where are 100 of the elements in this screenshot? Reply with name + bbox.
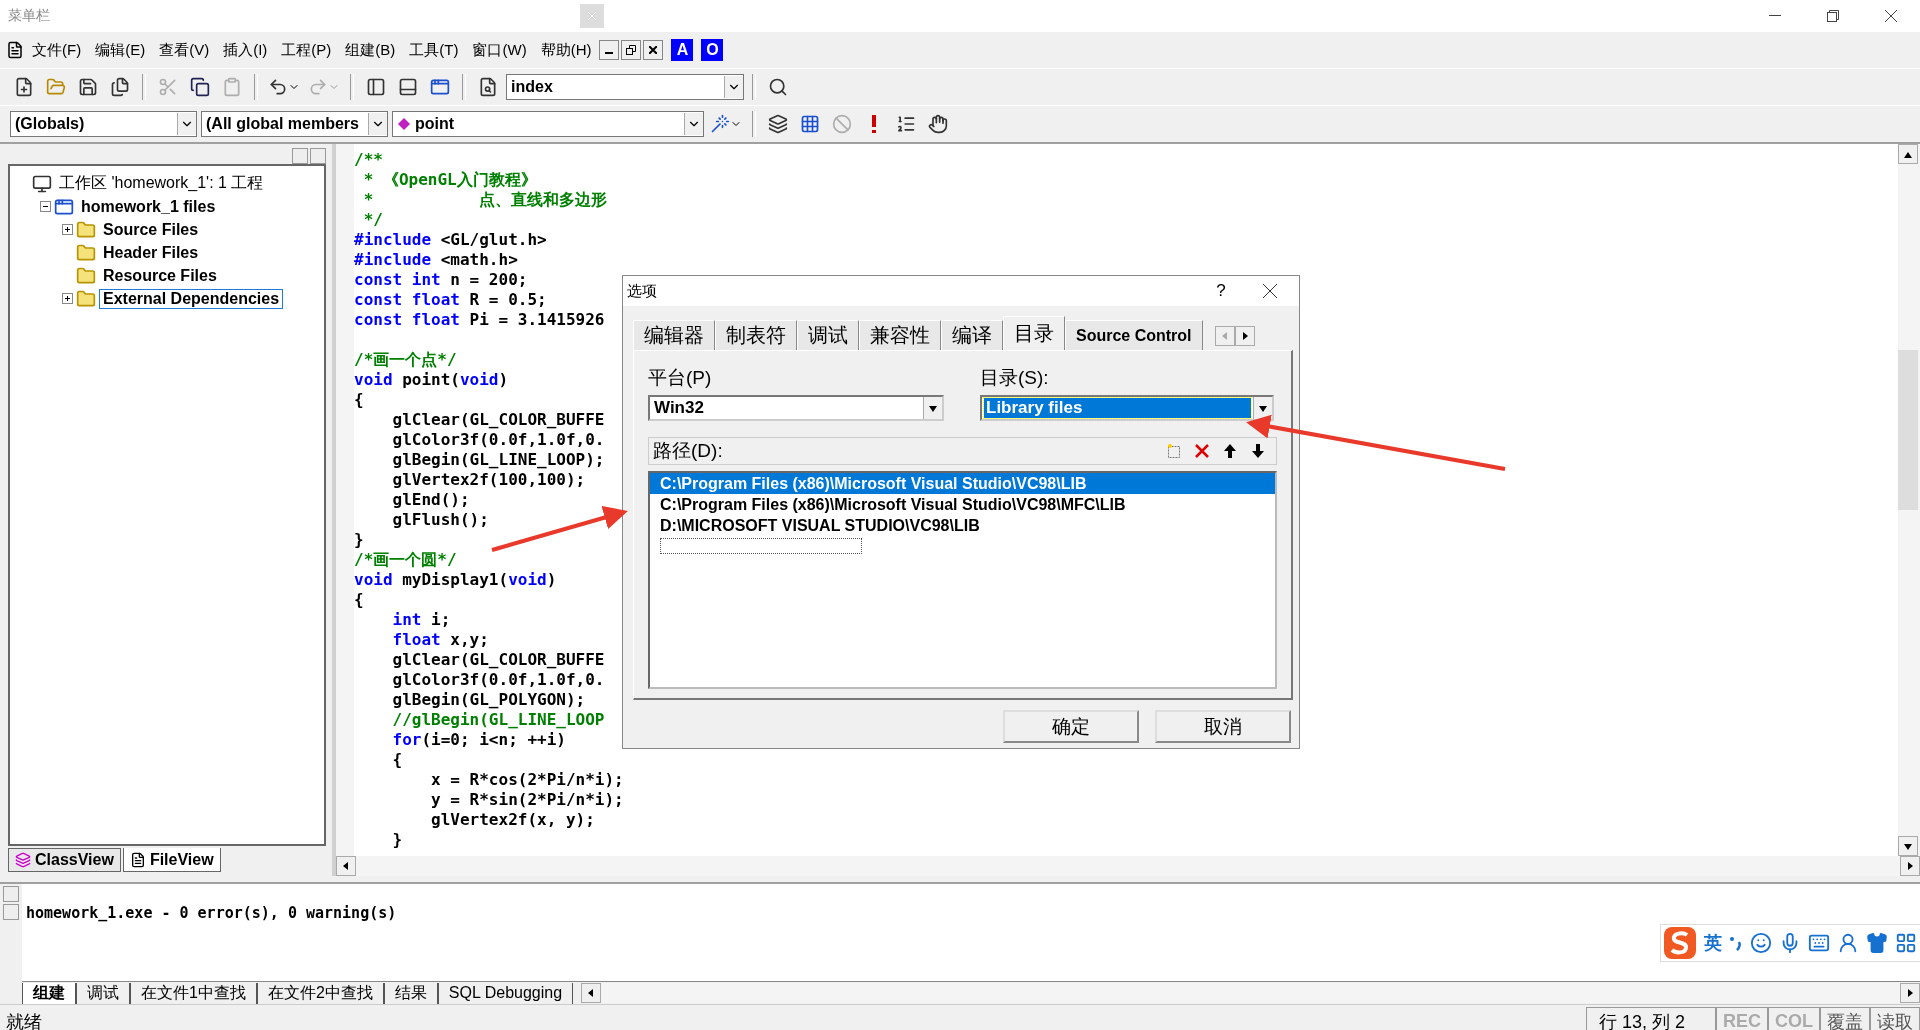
- output-icon: [398, 77, 418, 97]
- tab[interactable]: 制表符: [715, 320, 797, 350]
- execute-icon: [870, 114, 878, 134]
- tab[interactable]: Source Control: [1065, 320, 1203, 350]
- vertical-scrollbar[interactable]: [1898, 144, 1920, 856]
- platform-select[interactable]: Win32: [648, 395, 944, 421]
- status-indicator: REC: [1716, 1006, 1768, 1030]
- menu-item[interactable]: 帮助(H): [534, 36, 598, 64]
- tree-item[interactable]: homework_1 files: [77, 196, 220, 217]
- menu-item[interactable]: 组建(B): [339, 36, 402, 64]
- code-line: x = R*cos(2*Pi/n*i);: [430, 770, 624, 790]
- keyboard-icon[interactable]: [1808, 932, 1830, 954]
- tab[interactable]: 在文件1中查找: [130, 982, 257, 1004]
- new-path-field[interactable]: [660, 538, 862, 554]
- directory-select[interactable]: Library files: [980, 395, 1274, 421]
- path-item[interactable]: D:\MICROSOFT VISUAL STUDIO\VC98\LIB: [650, 515, 1275, 536]
- build-icon: [800, 114, 820, 134]
- code-line: #include <GL/glut.h>: [354, 230, 547, 250]
- punctuation-icon: [1729, 934, 1743, 952]
- code-line: glVertex2f(x, y);: [430, 810, 595, 830]
- member-combo[interactable]: point: [392, 111, 704, 137]
- right-arrow-icon: [1906, 862, 1914, 870]
- toolbar-button[interactable]: A: [671, 39, 694, 61]
- tree-item[interactable]: 工作区 'homework_1': 1 工程: [55, 172, 268, 195]
- tab[interactable]: 组建: [22, 982, 76, 1004]
- filter-combo[interactable]: (All global members: [201, 111, 388, 137]
- toolbar-button[interactable]: O: [701, 39, 724, 61]
- code-line: glColor3f(0.0f,1.0f,0.: [391, 670, 605, 690]
- code-line: glClear(GL_COLOR_BUFFE: [391, 650, 605, 670]
- stop-icon: [832, 114, 852, 134]
- menu-item[interactable]: 查看(V): [153, 36, 216, 64]
- smile-icon[interactable]: [1750, 932, 1772, 954]
- menu-item[interactable]: 工具(T): [403, 36, 465, 64]
- restore-button[interactable]: [621, 40, 642, 60]
- diamond-icon: [397, 117, 411, 131]
- tab[interactable]: 编译: [941, 320, 1003, 350]
- left-arrow-icon: [342, 862, 350, 870]
- tree-item[interactable]: Header Files: [99, 242, 203, 263]
- tab[interactable]: ClassView: [8, 848, 121, 872]
- menu-item[interactable]: 窗口(W): [466, 36, 533, 64]
- code-line: /*画一个点*/: [354, 350, 457, 370]
- status-message: 就绪: [5, 1010, 43, 1030]
- save-icon: [78, 77, 98, 97]
- expand-icon[interactable]: [62, 292, 73, 304]
- scrollbar-thumb[interactable]: [1898, 350, 1918, 510]
- left-arrow-icon: [1220, 332, 1229, 340]
- code-line: /**: [354, 150, 383, 170]
- class-view-icon: [15, 852, 31, 868]
- new-file-icon: [14, 77, 34, 97]
- horizontal-scrollbar[interactable]: [336, 856, 1920, 876]
- close-icon: [1885, 10, 1897, 22]
- expand-icon[interactable]: [62, 223, 73, 235]
- code-line: /*画一个圆*/: [354, 550, 457, 570]
- ok-button[interactable]: 确定: [1003, 710, 1139, 743]
- tree-item[interactable]: Resource Files: [99, 265, 221, 286]
- find-in-files-icon: [478, 77, 498, 97]
- user-icon[interactable]: [1837, 932, 1859, 954]
- menu-item[interactable]: 编辑(E): [89, 36, 152, 64]
- code-line: glColor3f(0.0f,1.0f,0.: [391, 430, 605, 450]
- folder-icon: [76, 288, 96, 309]
- tab[interactable]: 目录: [1003, 316, 1065, 350]
- code-line: float x,y;: [391, 630, 489, 650]
- horizontal-scrollbar[interactable]: [581, 983, 1920, 1003]
- paste-icon: [222, 77, 242, 97]
- tab[interactable]: SQL Debugging: [437, 982, 574, 1004]
- status-indicator: 读取: [1870, 1006, 1920, 1030]
- help-button[interactable]: ?: [1201, 280, 1241, 302]
- code-line: void point(void): [354, 370, 509, 390]
- tab[interactable]: 在文件2中查找: [256, 982, 384, 1004]
- tab[interactable]: 编辑器: [633, 320, 715, 350]
- path-item[interactable]: C:\Program Files (x86)\Microsoft Visual Studio\VC98\LIB: [650, 473, 1275, 494]
- path-item[interactable]: C:\Program Files (x86)\Microsoft Visual Studio\VC98\MFC\LIB: [650, 494, 1275, 515]
- code-line: */: [362, 210, 383, 230]
- tree-item[interactable]: Source Files: [99, 219, 203, 240]
- collapse-icon[interactable]: [40, 200, 51, 212]
- tab[interactable]: 兼容性: [859, 320, 941, 350]
- tab[interactable]: FileView: [122, 848, 221, 872]
- search-combo[interactable]: index: [506, 74, 744, 100]
- minimize-button[interactable]: [599, 40, 620, 60]
- shirt-icon[interactable]: [1866, 932, 1888, 954]
- class-combo[interactable]: (Globals): [10, 111, 197, 137]
- status-indicator: COL: [1768, 1006, 1820, 1030]
- tab[interactable]: 调试: [76, 982, 130, 1004]
- menu-item[interactable]: 工程(P): [275, 36, 338, 64]
- grid-icon[interactable]: [1895, 932, 1917, 954]
- input-mode[interactable]: 英: [1704, 931, 1722, 955]
- scissors-icon: [158, 77, 178, 97]
- code-line: const int n = 200;: [354, 270, 528, 290]
- menu-item[interactable]: 插入(I): [217, 36, 274, 64]
- tab[interactable]: 结果: [383, 982, 438, 1004]
- code-line: glFlush();: [391, 510, 489, 530]
- tab[interactable]: 调试: [797, 320, 859, 350]
- code-line: }: [391, 830, 403, 850]
- code-line: {: [354, 390, 364, 410]
- tree-item[interactable]: External Dependencies: [99, 288, 284, 309]
- field-label: 目录(S):: [980, 366, 1050, 390]
- cancel-button[interactable]: 取消: [1155, 710, 1291, 743]
- scroll-right-button[interactable]: [1234, 326, 1255, 346]
- menu-item[interactable]: 文件(F): [26, 36, 88, 64]
- code-line: glEnd();: [391, 490, 470, 510]
